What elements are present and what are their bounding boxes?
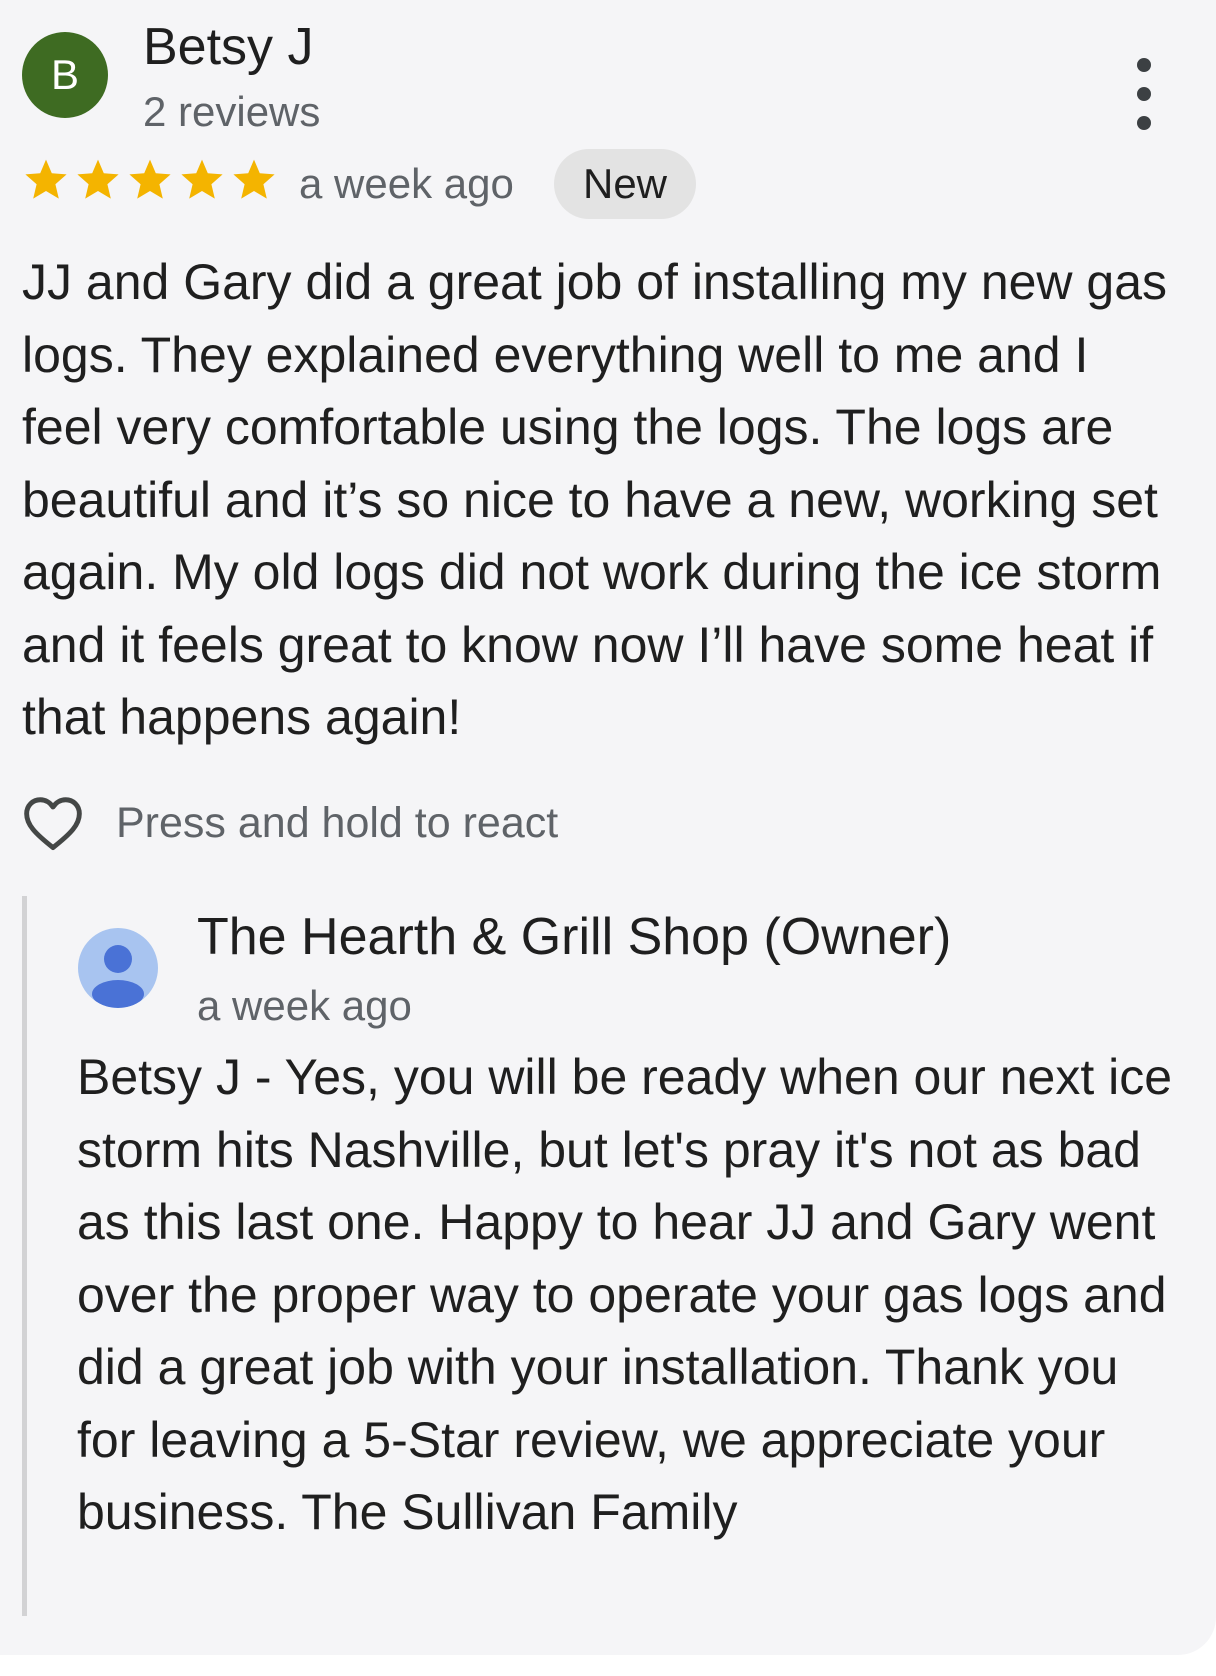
new-badge: New bbox=[554, 149, 696, 219]
owner-reply-text: Betsy J - Yes, you will be ready when ou… bbox=[77, 1049, 1173, 1540]
review-count[interactable]: 2 reviews bbox=[143, 86, 320, 138]
owner-name: The Hearth & Grill Shop (Owner) bbox=[197, 908, 952, 966]
person-icon bbox=[92, 945, 144, 1008]
owner-reply-timestamp: a week ago bbox=[197, 982, 412, 1029]
review-text: JJ and Gary did a great job of installin… bbox=[22, 254, 1168, 745]
star-icon bbox=[77, 159, 119, 199]
owner-avatar bbox=[78, 928, 158, 1008]
review-timestamp: a week ago bbox=[299, 160, 514, 207]
heart-outline-icon bbox=[24, 797, 82, 850]
star-icon bbox=[181, 159, 223, 199]
star-rating bbox=[22, 156, 278, 204]
reviewer-avatar[interactable]: B bbox=[22, 32, 108, 118]
review-card: B Betsy J 2 reviews a week ago New JJ an… bbox=[0, 0, 1216, 1655]
star-icon bbox=[25, 159, 67, 199]
more-options-button[interactable] bbox=[1120, 58, 1168, 130]
reviewer-name[interactable]: Betsy J bbox=[143, 14, 314, 80]
react-label: Press and hold to react bbox=[116, 798, 559, 847]
more-vert-icon bbox=[1137, 58, 1151, 72]
react-button[interactable]: Press and hold to react bbox=[22, 792, 558, 854]
star-icon bbox=[233, 159, 275, 199]
reply-divider bbox=[22, 896, 27, 1616]
star-icon bbox=[129, 159, 171, 199]
